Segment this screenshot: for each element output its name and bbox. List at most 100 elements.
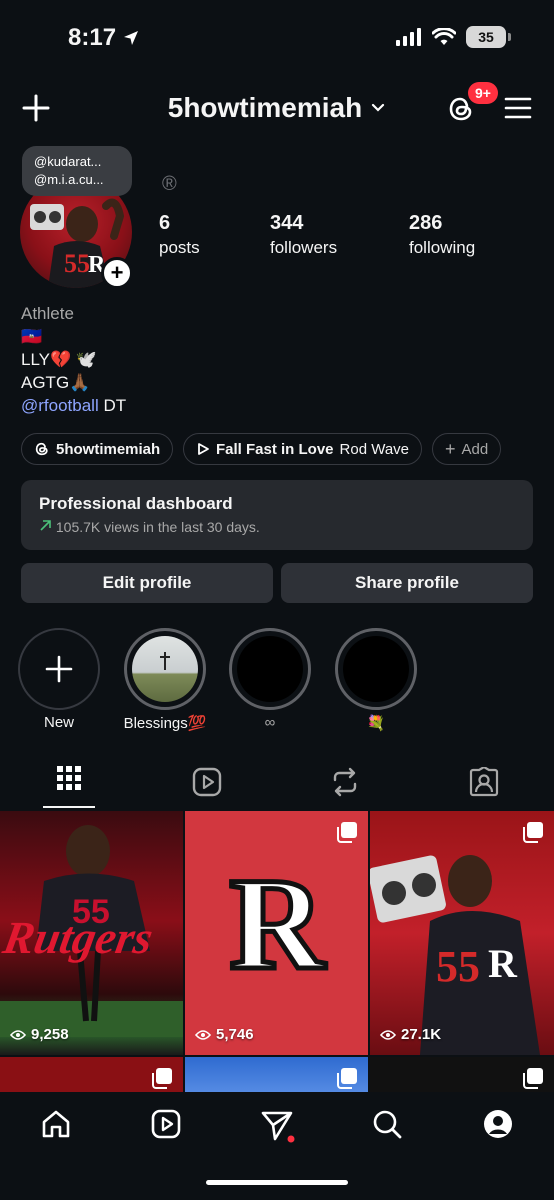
song-title: Fall Fast in Love xyxy=(216,440,334,458)
highlight-infinity[interactable] xyxy=(229,628,311,710)
reels-icon[interactable] xyxy=(150,1108,182,1140)
bio-mention-link[interactable]: @rfootball xyxy=(21,396,99,415)
bio-line: AGTG🙏🏾 xyxy=(21,373,91,392)
threads-icon xyxy=(35,442,48,456)
threads-handle-label: 5howtimemiah xyxy=(56,440,161,458)
wifi-icon xyxy=(432,28,456,45)
cross-image xyxy=(160,652,170,670)
reels-icon[interactable] xyxy=(192,767,222,797)
multi-post-icon xyxy=(523,822,543,843)
svg-text:R: R xyxy=(488,941,518,986)
dashboard-subtitle: 105.7K views in the last 30 days. xyxy=(55,519,260,535)
status-time: 8:17 xyxy=(68,24,140,52)
home-indicator xyxy=(206,1180,348,1185)
plus-icon: + xyxy=(445,438,456,459)
highlight-cover xyxy=(132,636,198,702)
bio-mention-suffix: DT xyxy=(98,396,127,415)
plus-icon xyxy=(45,655,73,683)
eye-icon xyxy=(10,1029,26,1040)
battery-level: 35 xyxy=(478,29,494,45)
post-tile[interactable] xyxy=(0,1057,183,1097)
threads-handle-chip[interactable]: 5howtimemiah xyxy=(21,433,174,465)
highlight-label: ∞ xyxy=(264,714,276,731)
direct-messages-icon[interactable] xyxy=(260,1108,296,1144)
post-r-letter: R xyxy=(227,850,327,997)
registered-mark: ® xyxy=(162,173,177,195)
bio-line: 🇭🇹 xyxy=(21,327,43,346)
bio-line: @rfootball DT xyxy=(21,394,126,417)
header-username[interactable]: 5howtimemiah xyxy=(168,92,362,124)
eye-icon xyxy=(195,1029,211,1040)
signal-icon xyxy=(396,28,421,46)
clock-text: 8:17 xyxy=(68,24,117,51)
home-icon[interactable] xyxy=(40,1108,72,1140)
followers-stat[interactable]: 344 followers xyxy=(270,212,337,258)
view-count: 27.1K xyxy=(380,1026,441,1043)
bio-line: LLY💔 🕊️ xyxy=(21,350,98,369)
tagged-icon[interactable] xyxy=(469,767,499,797)
eye-icon xyxy=(380,1029,396,1040)
add-link-chip[interactable]: + Add xyxy=(432,433,502,465)
post-tile[interactable]: 55 R 27.1K xyxy=(370,811,554,1055)
profile-bio: Athlete 🇭🇹 LLY💔 🕊️ AGTG🙏🏾 @rfootball DT xyxy=(21,302,126,417)
status-indicators: 35 xyxy=(396,26,511,48)
post-tile[interactable]: 55 Rutgers 9,258 xyxy=(0,811,183,1055)
note-line: @kudarat... xyxy=(34,154,102,169)
song-artist: Rod Wave xyxy=(339,440,410,458)
posts-count: 6 xyxy=(159,212,171,234)
highlight-flowers[interactable] xyxy=(335,628,417,710)
highlight-label: New xyxy=(43,714,74,731)
post-tile[interactable] xyxy=(185,1057,368,1097)
dashboard-subtitle-row: 105.7K views in the last 30 days. xyxy=(39,519,515,535)
bio-category: Athlete xyxy=(21,304,74,323)
multi-post-icon xyxy=(152,1068,172,1089)
post-overlay-text: Rutgers xyxy=(0,912,157,963)
menu-icon[interactable] xyxy=(504,96,532,120)
note-line: @m.i.a.cu... xyxy=(34,172,104,187)
view-count-text: 27.1K xyxy=(401,1026,442,1043)
post-tile[interactable]: R 5,746 xyxy=(185,811,368,1055)
posts-stat[interactable]: 6 posts xyxy=(159,212,200,258)
view-count-text: 5,746 xyxy=(216,1026,254,1043)
note-bubble[interactable]: @kudarat... @m.i.a.cu... xyxy=(22,146,132,196)
highlight-cover xyxy=(237,636,303,702)
grid-icon[interactable] xyxy=(57,766,81,790)
view-count: 9,258 xyxy=(10,1026,69,1043)
highlight-label: Blessings💯 xyxy=(123,715,207,732)
edit-profile-button[interactable]: Edit profile xyxy=(21,563,273,603)
post-tile[interactable] xyxy=(370,1057,554,1097)
multi-post-icon xyxy=(337,1068,357,1089)
trend-up-icon xyxy=(40,520,51,531)
post-image: 55 R xyxy=(370,855,540,1055)
following-count: 286 xyxy=(409,212,443,234)
highlight-label: 💐 xyxy=(366,715,386,732)
view-count-text: 9,258 xyxy=(31,1026,69,1043)
reposts-icon[interactable] xyxy=(331,767,359,797)
active-tab-indicator xyxy=(43,806,95,808)
add-story-icon[interactable]: + xyxy=(101,257,133,289)
svg-text:55: 55 xyxy=(436,942,480,991)
multi-post-icon xyxy=(337,822,357,843)
battery-icon: 35 xyxy=(466,26,511,48)
search-icon[interactable] xyxy=(371,1108,403,1140)
share-profile-button[interactable]: Share profile xyxy=(281,563,533,603)
professional-dashboard[interactable]: Professional dashboard 105.7K views in t… xyxy=(21,480,533,550)
multi-post-icon xyxy=(523,1068,543,1089)
following-label: following xyxy=(409,238,476,257)
highlight-blessings[interactable] xyxy=(124,628,206,710)
profile-icon[interactable] xyxy=(482,1108,514,1140)
posts-label: posts xyxy=(159,238,200,257)
view-count: 5,746 xyxy=(195,1026,254,1043)
followers-count: 344 xyxy=(270,212,304,234)
play-icon xyxy=(198,443,209,455)
location-arrow-icon xyxy=(124,31,139,45)
dashboard-title: Professional dashboard xyxy=(39,494,233,513)
threads-notification-badge: 9+ xyxy=(468,82,498,104)
followers-label: followers xyxy=(270,238,338,257)
svg-text:55: 55 xyxy=(64,249,90,278)
highlight-new[interactable] xyxy=(18,628,100,710)
chevron-down-icon[interactable] xyxy=(370,100,386,116)
add-label: Add xyxy=(461,440,489,458)
profile-music-chip[interactable]: Fall Fast in Love Rod Wave xyxy=(183,433,423,465)
following-stat[interactable]: 286 following xyxy=(409,212,475,258)
